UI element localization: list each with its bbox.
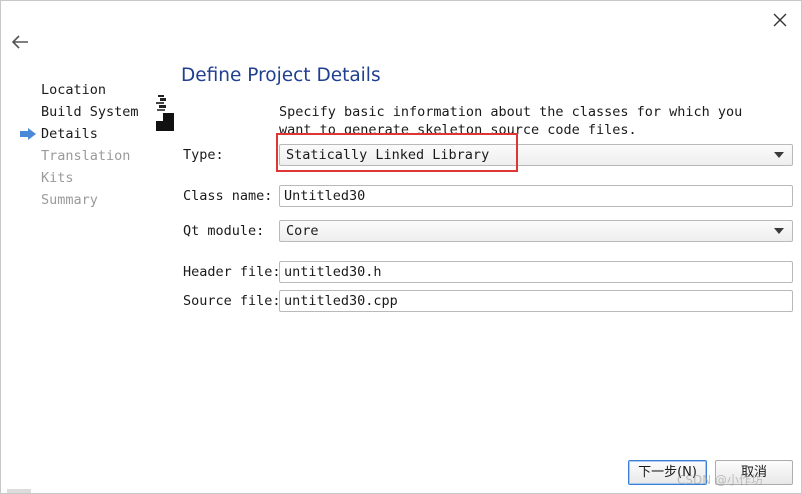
step-translation: Translation xyxy=(19,145,159,167)
source-file-input[interactable]: untitled30.cpp xyxy=(279,290,793,312)
next-button[interactable]: 下一步(N) xyxy=(628,460,707,485)
close-button[interactable] xyxy=(765,7,795,33)
step-label: Details xyxy=(41,126,98,142)
class-name-input[interactable]: Untitled30 xyxy=(279,185,793,207)
step-label: Translation xyxy=(41,148,131,164)
class-name-value: Untitled30 xyxy=(284,188,366,204)
step-label: Location xyxy=(41,82,107,98)
arrow-right-icon xyxy=(20,128,36,140)
header-file-input[interactable]: untitled30.h xyxy=(279,261,793,283)
wizard-logo xyxy=(156,95,174,131)
cancel-button[interactable]: 取消 xyxy=(715,460,793,485)
type-value: Statically Linked Library xyxy=(286,147,490,163)
type-label: Type: xyxy=(183,147,224,163)
close-icon xyxy=(773,13,787,27)
header-file-value: untitled30.h xyxy=(284,264,382,280)
qt-module-value: Core xyxy=(286,223,319,239)
step-summary: Summary xyxy=(19,189,159,211)
qt-module-label: Qt module: xyxy=(183,223,265,239)
page-title: Define Project Details xyxy=(181,65,381,86)
arrow-left-icon xyxy=(11,35,28,49)
step-details: Details xyxy=(19,123,159,145)
type-combobox[interactable]: Statically Linked Library xyxy=(279,144,793,166)
step-label: Summary xyxy=(41,192,98,208)
chevron-down-icon xyxy=(774,228,784,234)
back-button[interactable] xyxy=(7,29,33,55)
header-file-label: Header file: xyxy=(183,264,281,280)
step-location: Location xyxy=(19,79,159,101)
page-description: Specify basic information about the clas… xyxy=(279,104,743,134)
chevron-down-icon xyxy=(774,152,784,158)
source-file-value: untitled30.cpp xyxy=(284,293,398,309)
source-file-label: Source file: xyxy=(183,293,281,309)
step-label: Kits xyxy=(41,170,74,186)
wizard-window: Location Build System Details Translatio… xyxy=(0,0,802,494)
qt-module-combobox[interactable]: Core xyxy=(279,220,793,242)
step-label: Build System xyxy=(41,104,139,120)
resize-grip xyxy=(7,489,31,493)
step-build-system: Build System xyxy=(19,101,159,123)
wizard-steps: Location Build System Details Translatio… xyxy=(19,79,159,211)
class-name-label: Class name: xyxy=(183,188,273,204)
step-kits: Kits xyxy=(19,167,159,189)
